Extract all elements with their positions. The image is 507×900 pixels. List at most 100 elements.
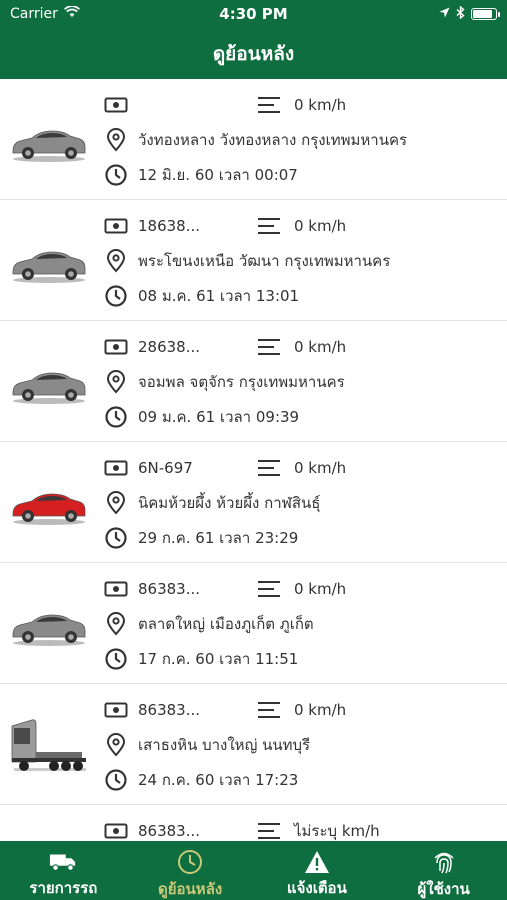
battery-level <box>473 10 492 18</box>
datetime-line: 29 ก.ค. 61 เวลา 23:29 <box>104 526 298 550</box>
clock-icon <box>176 849 204 875</box>
location-line: นิคมห้วยผึ้ง ห้วยผึ้ง กาฬสินธุ์ <box>104 491 320 515</box>
clock-icon <box>104 163 128 187</box>
location-pin-icon <box>104 491 128 515</box>
location-line: เสาธงหิน บางใหญ่ นนทบุรี <box>104 733 310 757</box>
car-image <box>12 372 86 404</box>
status-right <box>439 5 500 23</box>
location-text: จอมพล จตุจักร กรุงเทพมหานคร <box>138 373 345 391</box>
vehicle-thumbnail <box>10 587 88 665</box>
license-plate-icon <box>104 456 128 480</box>
truck-icon <box>49 849 77 874</box>
page-title: ดูย้อนหลัง <box>212 42 295 65</box>
vehicle-thumbnail <box>10 829 88 841</box>
tab-warning[interactable]: แจ้งเตือน <box>254 841 381 900</box>
speed-value: 0 km/h <box>294 96 347 114</box>
car-image <box>10 829 88 841</box>
clock-icon <box>104 284 128 308</box>
location-pin-icon <box>104 128 128 152</box>
history-row[interactable]: 86383... ไม่ระบุ km/h <box>0 805 507 841</box>
truck-image <box>11 719 86 771</box>
tab-label: แจ้งเตือน <box>286 879 347 897</box>
battery-icon <box>471 8 500 20</box>
license-plate-icon <box>104 577 128 601</box>
carrier-label: Carrier <box>10 6 58 22</box>
clock-icon <box>104 405 128 429</box>
datetime-text: 17 ก.ค. 60 เวลา 11:51 <box>138 650 299 668</box>
datetime-text: 24 ก.ค. 60 เวลา 17:23 <box>138 771 299 789</box>
location-pin-icon <box>104 249 128 273</box>
vehicle-thumbnail <box>10 345 88 423</box>
speed-icon <box>258 93 282 117</box>
tab-bar: รายการรถ ดูย้อนหลัง แจ้งเตือน ผู้ใช้งาน <box>0 841 507 900</box>
history-list[interactable]: 0 km/h วังทองหลาง วังทองหลาง กรุงเทพมหานค… <box>0 79 507 841</box>
speed-value: 0 km/h <box>294 701 347 719</box>
car-image <box>12 130 86 162</box>
location-pin-icon <box>104 370 128 394</box>
status-left: Carrier <box>10 5 80 22</box>
status-bar: Carrier 4:30 PM <box>0 0 507 28</box>
location-text: วังทองหลาง วังทองหลาง กรุงเทพมหานคร <box>138 131 408 149</box>
history-row[interactable]: 6N-697 0 km/h นิคมห้วยผึ้ง ห้วยผึ้ง กาฬสิน… <box>0 442 507 563</box>
vehicle-thumbnail <box>10 708 88 786</box>
datetime-text: 12 มิ.ย. 60 เวลา 00:07 <box>138 166 298 184</box>
clock-icon <box>104 768 128 792</box>
location-text: ตลาดใหญ่ เมืองภูเก็ต ภูเก็ต <box>138 615 314 633</box>
history-row[interactable]: 86383... 0 km/h เสาธงหิน บางใหญ่ นนทบุรี 24… <box>0 684 507 805</box>
speed-icon <box>258 819 282 841</box>
history-row[interactable]: 28638... 0 km/h จอมพล จตุจักร กรุงเทพมหานค… <box>0 321 507 442</box>
license-plate-icon <box>104 819 128 841</box>
speed-value: 0 km/h <box>294 338 347 356</box>
vehicle-thumbnail <box>10 224 88 302</box>
license-plate-icon <box>104 93 128 117</box>
vehicle-thumbnail <box>10 466 88 544</box>
location-pin-icon <box>104 612 128 636</box>
speed-icon <box>258 698 282 722</box>
tab-truck[interactable]: รายการรถ <box>0 841 127 900</box>
plate-speed-line: 0 km/h <box>104 93 346 117</box>
tab-fingerprint[interactable]: ผู้ใช้งาน <box>380 841 507 900</box>
location-text: เสาธงหิน บางใหญ่ นนทบุรี <box>138 736 311 754</box>
speed-value: 0 km/h <box>294 217 347 235</box>
plate-speed-line: 86383... 0 km/h <box>104 698 346 722</box>
bluetooth-icon <box>456 5 465 23</box>
location-text: นิคมห้วยผึ้ง ห้วยผึ้ง กาฬสินธุ์ <box>138 494 321 512</box>
license-plate-icon <box>104 214 128 238</box>
tab-label: ดูย้อนหลัง <box>158 880 223 898</box>
speed-icon <box>258 456 282 480</box>
warning-icon <box>303 849 331 874</box>
datetime-line: 09 ม.ค. 61 เวลา 09:39 <box>104 405 299 429</box>
tab-label: รายการรถ <box>29 879 98 897</box>
plate-speed-line: 28638... 0 km/h <box>104 335 346 359</box>
tab-clock[interactable]: ดูย้อนหลัง <box>127 841 254 900</box>
plate-number: 86383... <box>138 701 201 719</box>
location-arrow-icon <box>439 6 450 22</box>
datetime-line: 17 ก.ค. 60 เวลา 11:51 <box>104 647 298 671</box>
datetime-line: 08 ม.ค. 61 เวลา 13:01 <box>104 284 299 308</box>
wifi-icon <box>63 5 80 22</box>
clock-icon <box>104 526 128 550</box>
history-row[interactable]: 18638... 0 km/h พระโขนงเหนือ วัฒนา กรุงเทพ… <box>0 200 507 321</box>
car-image <box>12 614 86 646</box>
speed-value: 0 km/h <box>294 580 347 598</box>
car-image <box>12 493 86 525</box>
location-line: วังทองหลาง วังทองหลาง กรุงเทพมหานคร <box>104 128 407 152</box>
location-pin-icon <box>104 733 128 757</box>
location-line: ตลาดใหญ่ เมืองภูเก็ต ภูเก็ต <box>104 612 314 636</box>
location-line: พระโขนงเหนือ วัฒนา กรุงเทพมหานคร <box>104 249 390 273</box>
datetime-line: 24 ก.ค. 60 เวลา 17:23 <box>104 768 298 792</box>
plate-number: 86383... <box>138 822 201 840</box>
plate-speed-line: 86383... 0 km/h <box>104 577 346 601</box>
license-plate-icon <box>104 335 128 359</box>
history-row[interactable]: 86383... 0 km/h ตลาดใหญ่ เมืองภูเก็ต ภูเก็… <box>0 563 507 684</box>
datetime-text: 29 ก.ค. 61 เวลา 23:29 <box>138 529 299 547</box>
plate-number: 86383... <box>138 580 201 598</box>
history-row[interactable]: 0 km/h วังทองหลาง วังทองหลาง กรุงเทพมหานค… <box>0 79 507 200</box>
fingerprint-icon <box>430 849 458 875</box>
speed-icon <box>258 577 282 601</box>
plate-speed-line: 6N-697 0 km/h <box>104 456 346 480</box>
location-line: จอมพล จตุจักร กรุงเทพมหานคร <box>104 370 345 394</box>
clock-icon <box>104 647 128 671</box>
car-image <box>12 251 86 283</box>
speed-value: 0 km/h <box>294 459 347 477</box>
